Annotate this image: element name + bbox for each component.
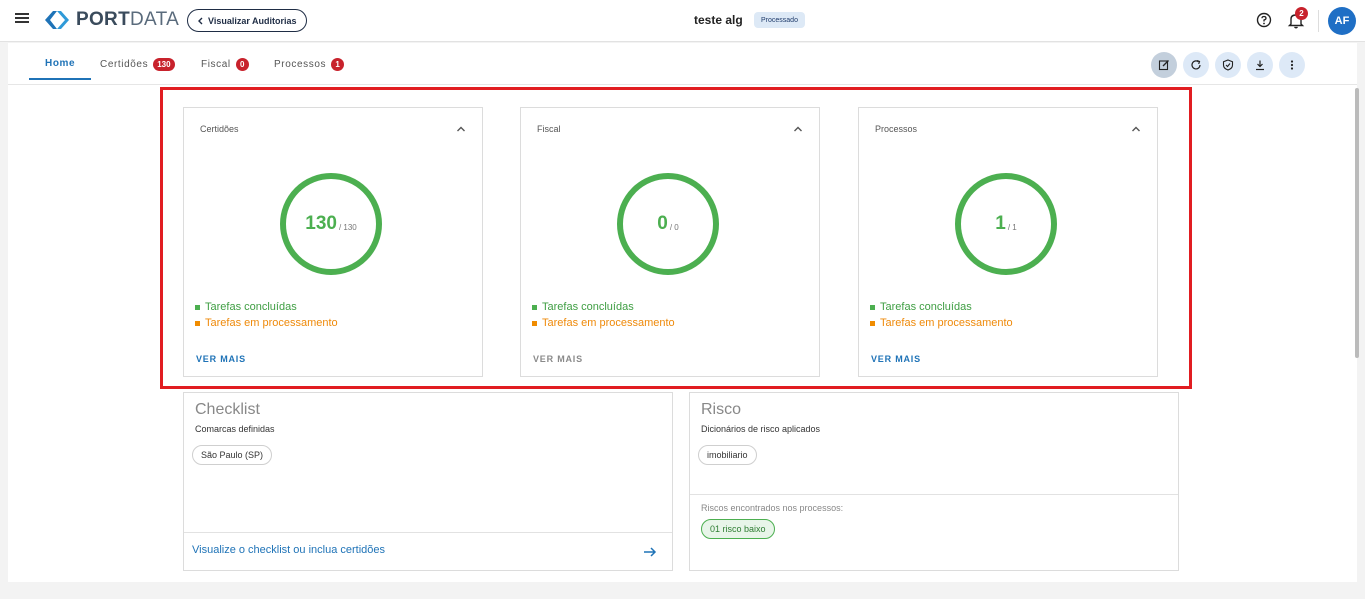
progress-ring: 1 / 1 xyxy=(955,173,1057,275)
legend-done: Tarefas concluídas xyxy=(532,301,634,313)
chevron-up-icon[interactable] xyxy=(792,123,804,135)
edit-icon xyxy=(1158,60,1169,71)
riscos-encontrados-label: Riscos encontrados nos processos: xyxy=(701,503,844,513)
card-fiscal: Fiscal 0 / 0 Tarefas concluídas Tarefas … xyxy=(520,107,820,377)
notifications-badge: 2 xyxy=(1295,7,1308,20)
chevron-up-icon[interactable] xyxy=(455,123,467,135)
legend-processing: Tarefas em processamento xyxy=(195,317,338,329)
tab-home[interactable]: Home xyxy=(29,43,92,80)
tab-fiscal-label: Fiscal xyxy=(201,58,231,70)
scrollbar-thumb[interactable] xyxy=(1355,88,1359,358)
refresh-button[interactable] xyxy=(1183,52,1209,78)
tab-fiscal[interactable]: Fiscal 0 xyxy=(201,43,249,85)
progress-ring: 130 / 130 xyxy=(280,173,382,275)
ring-total: / 1 xyxy=(1007,222,1017,232)
legend-done: Tarefas concluídas xyxy=(870,301,972,313)
card-title: Processos xyxy=(875,124,918,134)
ring-value: 0 xyxy=(657,213,668,234)
risco-baixo-chip[interactable]: 01 risco baixo xyxy=(701,519,775,539)
tab-bar: Home Certidões 130 Fiscal 0 Processos 1 xyxy=(8,43,1357,85)
card-certidoes: Certidões 130 / 130 Tarefas concluídas T… xyxy=(183,107,483,377)
risco-title: Risco xyxy=(701,401,742,418)
ring-value: 1 xyxy=(995,213,1006,234)
shield-check-icon xyxy=(1222,59,1234,71)
refresh-icon xyxy=(1191,59,1201,70)
ver-mais-button[interactable]: VER MAIS xyxy=(533,354,583,364)
comarca-chip[interactable]: São Paulo (SP) xyxy=(192,445,273,465)
status-badge: Processado xyxy=(754,12,805,28)
more-options-button[interactable] xyxy=(1279,52,1305,78)
shield-button[interactable] xyxy=(1215,52,1241,78)
tab-certidoes-badge: 130 xyxy=(153,57,175,71)
tab-processos-label: Processos xyxy=(274,58,327,70)
toolbar-actions xyxy=(1151,52,1305,78)
checklist-footer-link[interactable]: Visualize o checklist ou inclua certidõe… xyxy=(184,532,672,570)
download-icon xyxy=(1256,60,1264,71)
audit-title: teste alg xyxy=(694,13,743,27)
risco-card: Risco Dicionários de risco aplicados imo… xyxy=(689,392,1179,571)
download-button[interactable] xyxy=(1247,52,1273,78)
checklist-card: Checklist Comarcas definidas São Paulo (… xyxy=(183,392,673,571)
logo-mark-icon xyxy=(45,11,69,29)
tab-processos[interactable]: Processos 1 xyxy=(274,43,345,85)
progress-ring: 0 / 0 xyxy=(617,173,719,275)
legend-processing: Tarefas em processamento xyxy=(532,317,675,329)
ver-mais-button[interactable]: VER MAIS xyxy=(871,354,921,364)
user-avatar[interactable]: AF xyxy=(1328,7,1356,35)
tab-processos-badge: 1 xyxy=(331,57,345,71)
ring-total: / 130 xyxy=(338,222,357,232)
risco-divider xyxy=(690,494,1178,495)
card-title: Certidões xyxy=(200,124,239,134)
ring-total: / 0 xyxy=(669,222,679,232)
checklist-title: Checklist xyxy=(195,401,260,418)
ring-value: 130 xyxy=(305,213,337,234)
logo-text: PORTDATA xyxy=(76,9,180,30)
top-bar: PORTDATA Visualizar Auditorias teste alg… xyxy=(0,0,1365,42)
header-divider xyxy=(1318,10,1319,32)
dicionario-chip[interactable]: imobiliario xyxy=(698,445,757,465)
more-vertical-icon xyxy=(1290,60,1294,70)
legend-processing: Tarefas em processamento xyxy=(870,317,1013,329)
help-icon[interactable] xyxy=(1256,12,1272,28)
tab-certidoes[interactable]: Certidões 130 xyxy=(100,43,175,85)
portdata-logo[interactable]: PORTDATA xyxy=(44,8,179,32)
tab-fiscal-badge: 0 xyxy=(235,57,249,71)
chevron-left-icon xyxy=(198,17,203,24)
legend-done: Tarefas concluídas xyxy=(195,301,297,313)
arrow-right-icon xyxy=(644,547,657,557)
risco-subtitle: Dicionários de risco aplicados xyxy=(701,424,821,434)
hamburger-menu-icon[interactable] xyxy=(13,11,31,29)
ver-mais-button[interactable]: VER MAIS xyxy=(196,354,246,364)
edit-button[interactable] xyxy=(1151,52,1177,78)
card-processos: Processos 1 / 1 Tarefas concluídas Taref… xyxy=(858,107,1158,377)
card-title: Fiscal xyxy=(537,124,561,134)
back-button-label: Visualizar Auditorias xyxy=(208,15,297,26)
tab-home-label: Home xyxy=(45,57,76,69)
checklist-subtitle: Comarcas definidas xyxy=(195,424,275,434)
chevron-up-icon[interactable] xyxy=(1130,123,1142,135)
tab-certidoes-label: Certidões xyxy=(100,58,149,70)
checklist-link-text: Visualize o checklist ou inclua certidõe… xyxy=(192,544,386,556)
visualizar-auditorias-button[interactable]: Visualizar Auditorias xyxy=(187,9,307,32)
